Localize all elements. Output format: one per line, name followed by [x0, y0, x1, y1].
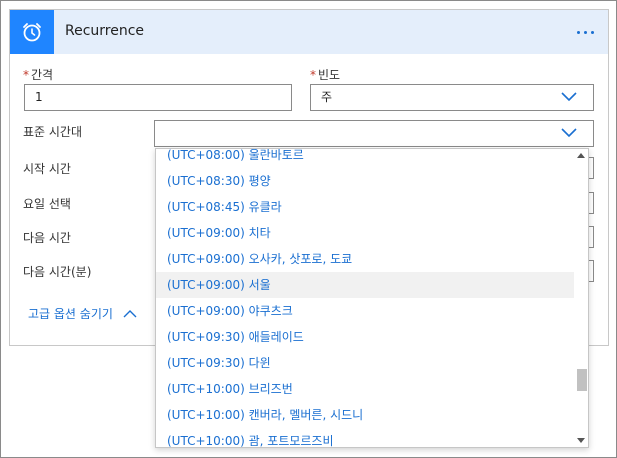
timezone-option[interactable]: (UTC+10:00) 캔버라, 멜버른, 시드니 [156, 402, 574, 428]
scrollbar[interactable] [574, 149, 588, 447]
start-time-label: 시작 시간 [23, 162, 71, 176]
start-time-input[interactable] [589, 157, 594, 179]
scroll-down-arrow-icon[interactable] [577, 438, 585, 443]
alarm-clock-icon [10, 10, 54, 54]
chevron-down-icon [561, 92, 577, 102]
interval-input[interactable]: 1 [24, 84, 292, 111]
at-minutes-label: 다음 시간(분) [23, 265, 92, 279]
timezone-option[interactable]: (UTC+08:00) 울란바토르 [156, 149, 574, 168]
timezone-dropdown-list[interactable]: (UTC+08:00) 울란바토르 (UTC+08:30) 평양 (UTC+08:4… [155, 148, 589, 448]
timezone-option[interactable]: (UTC+09:30) 다윈 [156, 350, 574, 376]
timezone-option[interactable]: (UTC+09:00) 치타 [156, 220, 574, 246]
timezone-option[interactable]: (UTC+09:00) 서울 [156, 272, 574, 298]
timezone-option[interactable]: (UTC+08:30) 평양 [156, 168, 574, 194]
timezone-option[interactable]: (UTC+10:00) 괌, 포트모르즈비 [156, 428, 574, 447]
timezone-option[interactable]: (UTC+10:00) 브리즈번 [156, 376, 574, 402]
interval-label: * 간격 [23, 68, 54, 82]
timezone-option[interactable]: (UTC+09:00) 야쿠츠크 [156, 298, 574, 324]
timezone-select[interactable] [154, 120, 594, 147]
weekdays-select[interactable] [589, 192, 594, 214]
frequency-value: 주 [321, 90, 333, 104]
hide-advanced-options-link[interactable]: 고급 옵션 숨기기 [28, 305, 137, 322]
at-minutes-select[interactable] [589, 260, 594, 282]
card-header[interactable]: Recurrence [10, 10, 608, 54]
at-hours-label: 다음 시간 [23, 231, 71, 245]
chevron-up-icon [123, 310, 137, 318]
frequency-label: * 빈도 [310, 68, 341, 82]
chevron-down-icon [561, 128, 577, 138]
weekdays-label: 요일 선택 [23, 197, 71, 211]
scrollbar-thumb[interactable] [577, 369, 587, 391]
scroll-up-arrow-icon[interactable] [577, 153, 585, 158]
at-hours-select[interactable] [589, 226, 594, 248]
timezone-option[interactable]: (UTC+08:45) 유클라 [156, 194, 574, 220]
card-title: Recurrence [65, 23, 145, 39]
more-options-icon[interactable] [572, 21, 598, 43]
frequency-select[interactable]: 주 [310, 84, 594, 111]
timezone-option[interactable]: (UTC+09:00) 오사카, 삿포로, 도쿄 [156, 246, 574, 272]
timezone-label: 표준 시간대 [23, 125, 83, 139]
timezone-option[interactable]: (UTC+09:30) 애들레이드 [156, 324, 574, 350]
